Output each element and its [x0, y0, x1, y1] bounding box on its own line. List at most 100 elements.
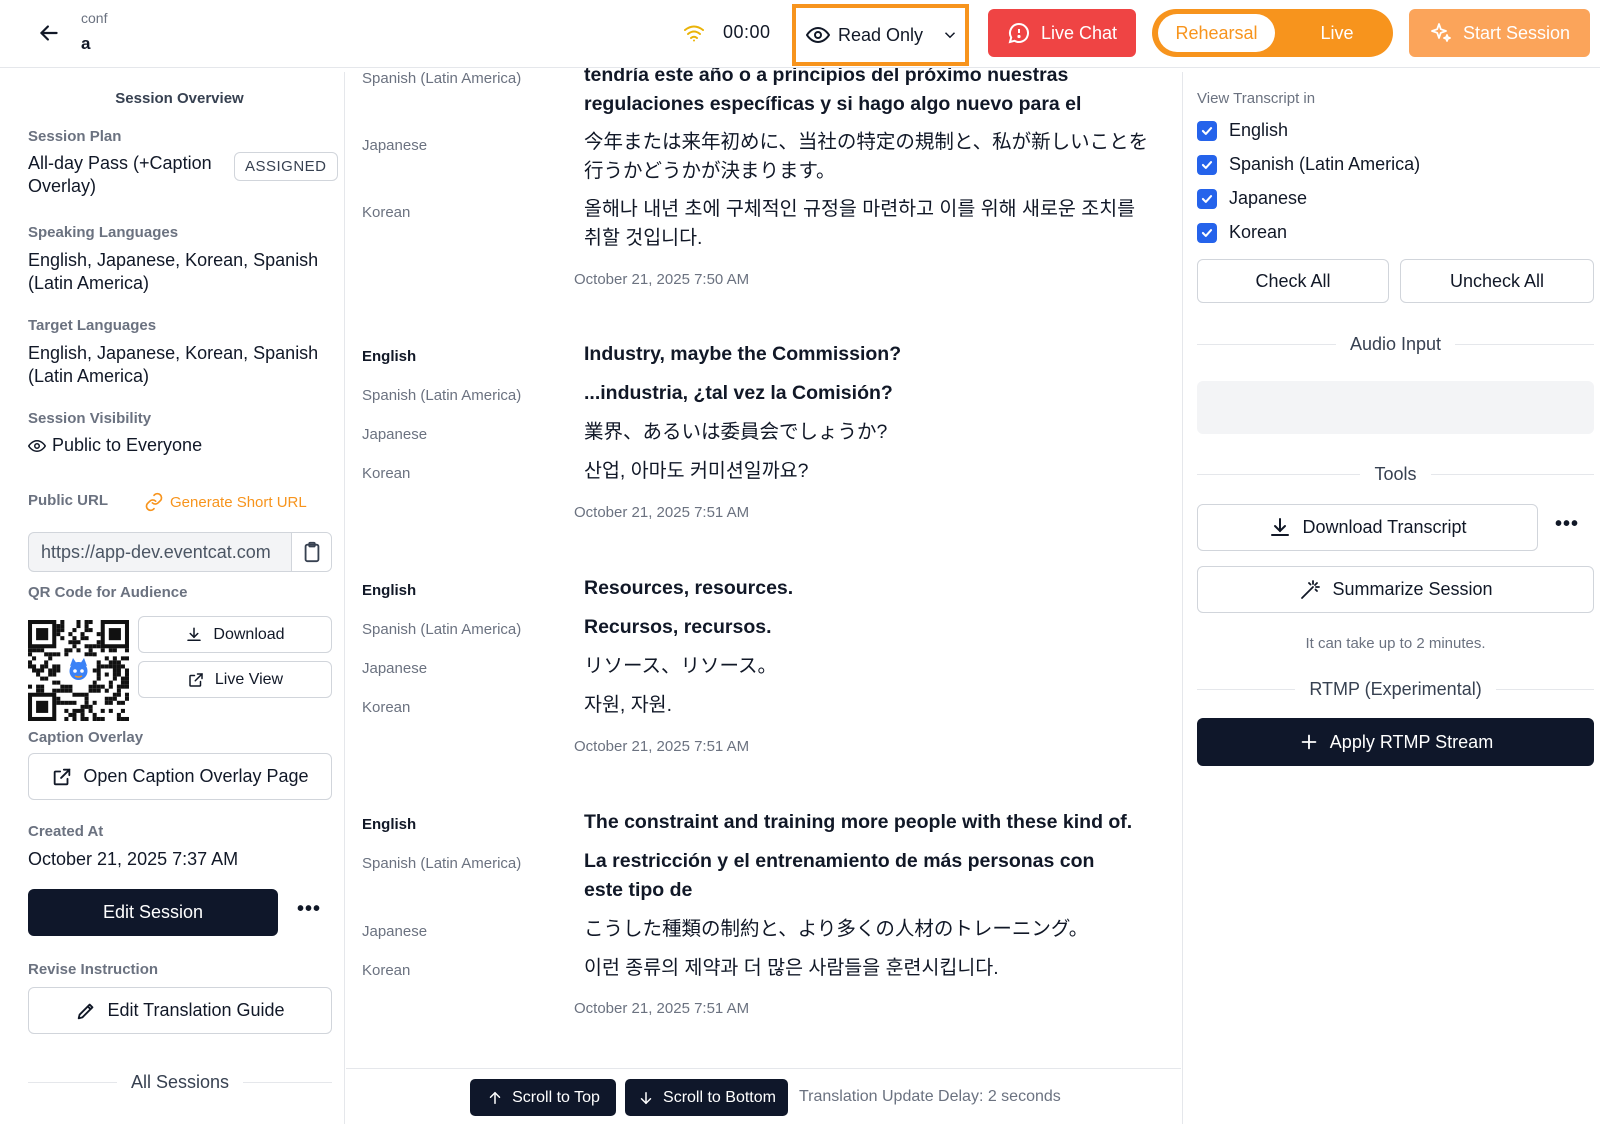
check-all-button[interactable]: Check All: [1197, 259, 1389, 303]
eye-icon: [806, 26, 830, 44]
speaking-languages-label: Speaking Languages: [28, 224, 179, 241]
transcript-lang: Spanish (Latin America): [362, 621, 522, 638]
breadcrumb[interactable]: conf: [81, 10, 107, 26]
lang-checkbox-japanese[interactable]: Japanese: [1197, 188, 1307, 209]
download-transcript-button[interactable]: Download Transcript: [1197, 504, 1538, 551]
visibility-text: Public to Everyone: [52, 435, 203, 455]
transcript-line: 行うかどうかが決まります。: [584, 160, 836, 182]
more-options-icon[interactable]: •••: [297, 898, 321, 921]
transcript-lang: Korean: [362, 699, 411, 716]
clipboard-icon: [304, 541, 319, 563]
transcript-text: Resources, resources.: [584, 577, 794, 599]
divider-line: [243, 1082, 333, 1083]
lang-checkbox-korean[interactable]: Korean: [1197, 222, 1287, 243]
caption-overlay-label: Caption Overlay: [28, 729, 144, 746]
transcript-timestamp: October 21, 2025 7:51 AM: [574, 1000, 750, 1017]
mode-live-option[interactable]: Live: [1287, 14, 1387, 52]
public-url-label: Public URL: [28, 492, 109, 509]
start-session-label: Start Session: [1462, 22, 1571, 43]
audio-input-divider: Audio Input: [1197, 334, 1595, 355]
more-options-icon[interactable]: •••: [1555, 513, 1579, 536]
transcript-lang: English: [362, 582, 417, 599]
transcript-lang: Japanese: [362, 923, 428, 940]
all-sessions-title: All Sessions: [130, 1072, 230, 1092]
live-view-button[interactable]: Live View: [138, 661, 332, 698]
plus-icon: [1301, 734, 1317, 750]
open-caption-label: Open Caption Overlay Page: [83, 766, 309, 786]
target-value-line-1: English, Japanese, Korean, Spanish: [28, 343, 319, 363]
view-mode-dropdown[interactable]: Read Only: [792, 4, 969, 66]
scroll-to-bottom-button[interactable]: Scroll to Bottom: [625, 1079, 788, 1116]
live-view-label: Live View: [214, 670, 284, 688]
wifi-signal-icon: [684, 25, 704, 42]
live-chat-button[interactable]: Live Chat: [988, 9, 1136, 57]
transcript-lang: English: [362, 348, 417, 365]
scroll-to-top-button[interactable]: Scroll to Top: [470, 1079, 616, 1116]
generate-short-url-link[interactable]: Generate Short URL: [144, 492, 307, 512]
session-timer: 00:00: [723, 22, 771, 42]
transcript-line: tendría este año o a principios del próx…: [584, 68, 1069, 86]
transcript-text: 今年または来年初めに、当社の特定の規制と、私が新しいことを 行うかどうかが決まり…: [584, 128, 1174, 186]
divider-line: [1455, 344, 1595, 345]
copy-url-button[interactable]: [291, 533, 331, 571]
public-url-value[interactable]: https://app-dev.eventcat.com: [29, 542, 291, 563]
lang-checkbox-label: Spanish (Latin America): [1229, 154, 1421, 174]
back-arrow-icon[interactable]: [36, 20, 62, 46]
open-caption-overlay-button[interactable]: Open Caption Overlay Page: [28, 753, 332, 800]
transcript-timestamp: October 21, 2025 7:50 AM: [574, 271, 750, 288]
speaking-value-line-1: English, Japanese, Korean, Spanish: [28, 250, 319, 270]
lang-checkbox-english[interactable]: English: [1197, 120, 1288, 141]
divider-line: [1197, 344, 1336, 345]
lang-checkbox-spanish[interactable]: Spanish (Latin America): [1197, 154, 1420, 175]
tools-panel: View Transcript in English Spanish (Lati…: [1182, 72, 1595, 1124]
mode-rehearsal-option[interactable]: Rehearsal: [1158, 14, 1275, 52]
public-url-field[interactable]: https://app-dev.eventcat.com: [28, 532, 332, 572]
transcript-text: こうした種類の制約と、より多くの人材のトレーニング。: [584, 918, 1089, 940]
transcript-lang: Japanese: [362, 137, 428, 154]
transcript-text: 산업, 아마도 커미션일까요?: [584, 460, 809, 482]
tools-divider: Tools: [1197, 464, 1594, 485]
transcript-lang: English: [362, 816, 417, 833]
start-session-button[interactable]: Start Session: [1409, 9, 1590, 57]
target-languages-label: Target Languages: [28, 317, 157, 334]
link-icon: [145, 492, 163, 512]
transcript-timestamp: October 21, 2025 7:51 AM: [574, 738, 750, 755]
transcript-text: リソース、リソース。: [584, 655, 778, 677]
download-transcript-label: Download Transcript: [1302, 517, 1467, 537]
transcript-text: La restricción y el entrenamiento de más…: [584, 847, 1174, 905]
checkbox-checked-icon: [1197, 222, 1217, 243]
download-qr-button[interactable]: Download: [138, 616, 332, 653]
checkbox-checked-icon: [1197, 188, 1217, 209]
transcript-text: 業界、あるいは委員会でしょうか?: [584, 421, 888, 443]
speaking-languages-value: English, Japanese, Korean, Spanish (Lati…: [28, 249, 318, 295]
sparkle-icon: [1431, 23, 1451, 42]
view-transcript-label: View Transcript in: [1197, 90, 1316, 107]
uncheck-all-button[interactable]: Uncheck All: [1400, 259, 1594, 303]
edit-session-button[interactable]: Edit Session: [28, 889, 278, 936]
visibility-label: Session Visibility: [28, 410, 152, 427]
transcript-text: The constraint and training more people …: [584, 811, 1133, 833]
mode-toggle: Rehearsal Live: [1152, 9, 1393, 57]
transcript-lang: Korean: [362, 962, 411, 979]
checkbox-checked-icon: [1197, 120, 1217, 141]
created-at-value: October 21, 2025 7:37 AM: [28, 849, 239, 869]
audio-input-area[interactable]: [1197, 381, 1594, 434]
created-at-label: Created At: [28, 823, 104, 840]
edit-translation-guide-button[interactable]: Edit Translation Guide: [28, 987, 332, 1034]
summarize-session-button[interactable]: Summarize Session: [1197, 566, 1594, 613]
lang-checkbox-label: Japanese: [1229, 188, 1308, 208]
transcript-text: Industry, maybe the Commission?: [584, 343, 902, 365]
apply-rtmp-stream-button[interactable]: Apply RTMP Stream: [1197, 718, 1594, 766]
scroll-top-label: Scroll to Top: [512, 1088, 600, 1106]
scroll-bottom-label: Scroll to Bottom: [663, 1088, 776, 1106]
download-label: Download: [213, 625, 285, 643]
transcript-text: 올해나 내년 초에 구체적인 규정을 마련하고 이를 위해 새로운 조치를 취할…: [584, 195, 1174, 253]
rtmp-divider: RTMP (Experimental): [1197, 679, 1595, 700]
speaking-value-line-2: (Latin America): [28, 273, 150, 293]
transcript-lang: Spanish (Latin America): [362, 70, 522, 87]
target-value-line-2: (Latin America): [28, 366, 150, 386]
transcript-lang: Korean: [362, 204, 411, 221]
transcript-lang: Korean: [362, 465, 411, 482]
view-mode-label: Read Only: [838, 24, 924, 45]
audio-input-title: Audio Input: [1349, 334, 1442, 354]
